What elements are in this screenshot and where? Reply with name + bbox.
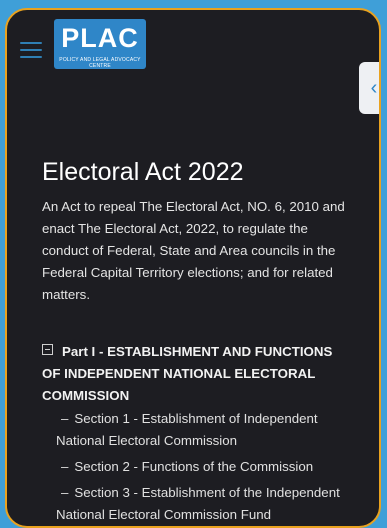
- toc-section-item[interactable]: – Section 1 - Establishment of Independen…: [56, 408, 361, 452]
- phone-screen: PLAC POLICY AND LEGAL ADVOCACY CENTRE ‹ …: [5, 8, 381, 528]
- toc-part-item[interactable]: Part I - ESTABLISHMENT AND FUNCTIONS OF …: [42, 341, 352, 407]
- collapse-icon[interactable]: [42, 344, 53, 355]
- act-description: An Act to repeal The Electoral Act, NO. …: [42, 199, 345, 302]
- toc-section-label: Section 1 - Establishment of Independent…: [56, 411, 318, 448]
- logo-title: PLAC: [61, 23, 139, 53]
- chevron-left-icon: ‹: [370, 77, 378, 99]
- dash-icon: –: [61, 411, 69, 426]
- hamburger-menu-icon[interactable]: [20, 42, 42, 58]
- toc-section-label: Section 2 - Functions of the Commission: [74, 459, 314, 474]
- toc-section-item[interactable]: – Section 2 - Functions of the Commission: [56, 456, 361, 478]
- logo-subtitle: POLICY AND LEGAL ADVOCACY CENTRE: [59, 57, 141, 69]
- side-panel-toggle-button[interactable]: ‹: [359, 62, 379, 114]
- dash-icon: –: [61, 485, 69, 500]
- page-title: Electoral Act 2022: [42, 158, 244, 186]
- plac-logo[interactable]: PLAC POLICY AND LEGAL ADVOCACY CENTRE: [54, 19, 146, 69]
- toc-section-list: – Section 1 - Establishment of Independen…: [56, 408, 361, 526]
- dash-icon: –: [61, 459, 69, 474]
- toc-section-item[interactable]: – Section 3 - Establishment of the Indepe…: [56, 482, 361, 526]
- toc-part-label: Part I - ESTABLISHMENT AND FUNCTIONS OF …: [42, 344, 333, 403]
- toc-section-label: Section 3 - Establishment of the Indepen…: [56, 485, 340, 522]
